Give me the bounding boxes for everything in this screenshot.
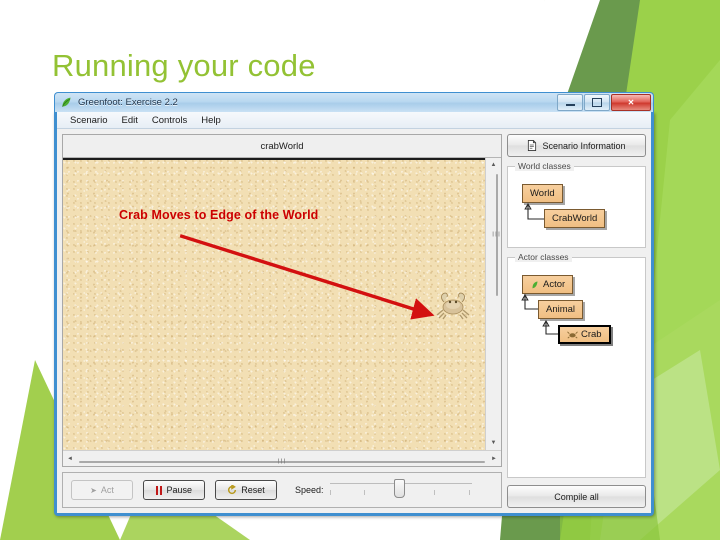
speed-tick <box>363 490 365 495</box>
page-title: Running your code <box>52 48 316 83</box>
speed-thumb[interactable] <box>393 479 405 498</box>
class-box-animal[interactable]: Animal <box>538 300 584 319</box>
world-title-label: crabWorld <box>63 135 501 158</box>
refresh-icon <box>228 485 237 495</box>
inheritance-arrow-animal <box>521 294 539 310</box>
world-panel: crabWorld Crab Moves to Edge of the Worl… <box>62 134 502 467</box>
class-box-actor[interactable]: Actor <box>522 275 574 294</box>
window-titlebar[interactable]: Greenfoot: Exercise 2.2 ✕ <box>54 92 654 112</box>
minimize-button[interactable] <box>557 94 583 111</box>
document-icon <box>528 140 537 151</box>
class-label-crab: Crab <box>581 329 602 340</box>
scroll-up-icon[interactable]: ▲ <box>487 158 501 172</box>
scroll-left-icon[interactable]: ◄ <box>63 452 77 466</box>
hscroll-thumb[interactable]: III <box>79 458 485 465</box>
world-classes-legend: World classes <box>515 161 574 171</box>
pause-label: Pause <box>166 485 193 495</box>
world-viewport[interactable]: Crab Moves to Edge of the World <box>63 158 485 450</box>
inheritance-arrow-world <box>524 203 544 220</box>
actor-icon <box>532 281 538 288</box>
scroll-down-icon[interactable]: ▼ <box>487 436 501 450</box>
vscroll-thumb[interactable]: III <box>492 174 500 296</box>
window-controls: ✕ <box>557 94 651 111</box>
class-box-crabworld[interactable]: CrabWorld <box>544 209 606 228</box>
close-button[interactable]: ✕ <box>611 94 651 111</box>
menu-item-help[interactable]: Help <box>194 114 228 127</box>
compile-all-label: Compile all <box>554 491 599 502</box>
play-arrow-icon: ➤ <box>90 485 97 495</box>
world-sand-background <box>63 160 485 450</box>
hscroll-grip: III <box>277 458 287 465</box>
world-vertical-scrollbar[interactable]: ▲ III ▼ <box>485 158 501 450</box>
speed-slider[interactable] <box>329 479 472 501</box>
pause-bars-icon <box>155 485 163 495</box>
window-title-text: Greenfoot: Exercise 2.2 <box>78 97 178 108</box>
vscroll-grip: III <box>492 231 501 239</box>
class-box-crab[interactable]: Crab <box>558 325 611 344</box>
class-label-actor: Actor <box>543 279 566 290</box>
pause-button[interactable]: Pause <box>143 480 205 500</box>
world-classes-group: World classes World CrabWorld <box>507 161 646 248</box>
reset-label: Reset <box>241 485 265 495</box>
class-label-world: World <box>530 188 555 199</box>
speed-tick <box>468 490 470 495</box>
class-box-world[interactable]: World <box>522 184 563 203</box>
reset-button[interactable]: Reset <box>215 480 277 500</box>
close-icon: ✕ <box>627 98 635 107</box>
greenfoot-window: Greenfoot: Exercise 2.2 ✕ Scenario Edit … <box>54 92 654 516</box>
menu-bar: Scenario Edit Controls Help <box>57 112 651 129</box>
class-label-animal: Animal <box>546 304 576 315</box>
slide-canvas: Running your code Greenfoot: Exercise 2.… <box>0 0 720 540</box>
execution-control-bar: ➤ Act Pause Reset Speed: <box>62 472 502 508</box>
act-label: Act <box>100 485 114 495</box>
scenario-information-label: Scenario Information <box>542 140 626 151</box>
actor-classes-group: Actor classes Actor Animal Crab <box>507 252 646 478</box>
world-column: crabWorld Crab Moves to Edge of the Worl… <box>62 134 502 508</box>
compile-all-button[interactable]: Compile all <box>507 485 646 508</box>
window-body: crabWorld Crab Moves to Edge of the Worl… <box>57 129 651 513</box>
class-label-crabworld: CrabWorld <box>552 213 598 224</box>
scroll-right-icon[interactable]: ► <box>487 452 501 466</box>
annotation-text: Crab Moves to Edge of the World <box>119 208 319 222</box>
world-horizontal-scrollbar[interactable]: ◄ III ► <box>63 450 501 466</box>
menu-item-controls[interactable]: Controls <box>145 114 194 127</box>
maximize-button[interactable] <box>584 94 610 111</box>
act-button[interactable]: ➤ Act <box>71 480 133 500</box>
world-scroll-area: Crab Moves to Edge of the World ▲ III ▼ <box>63 158 501 450</box>
actor-classes-legend: Actor classes <box>515 252 572 262</box>
menu-item-scenario[interactable]: Scenario <box>63 114 115 127</box>
greenfoot-icon <box>62 97 71 107</box>
speed-tick <box>329 490 331 495</box>
crab-icon <box>567 331 578 339</box>
crab-sprite[interactable] <box>435 288 471 320</box>
speed-tick <box>433 490 435 495</box>
menu-item-edit[interactable]: Edit <box>115 114 145 127</box>
class-browser-column: Scenario Information World classes World… <box>507 134 646 508</box>
scenario-information-button[interactable]: Scenario Information <box>507 134 646 157</box>
speed-label: Speed: <box>295 485 324 495</box>
